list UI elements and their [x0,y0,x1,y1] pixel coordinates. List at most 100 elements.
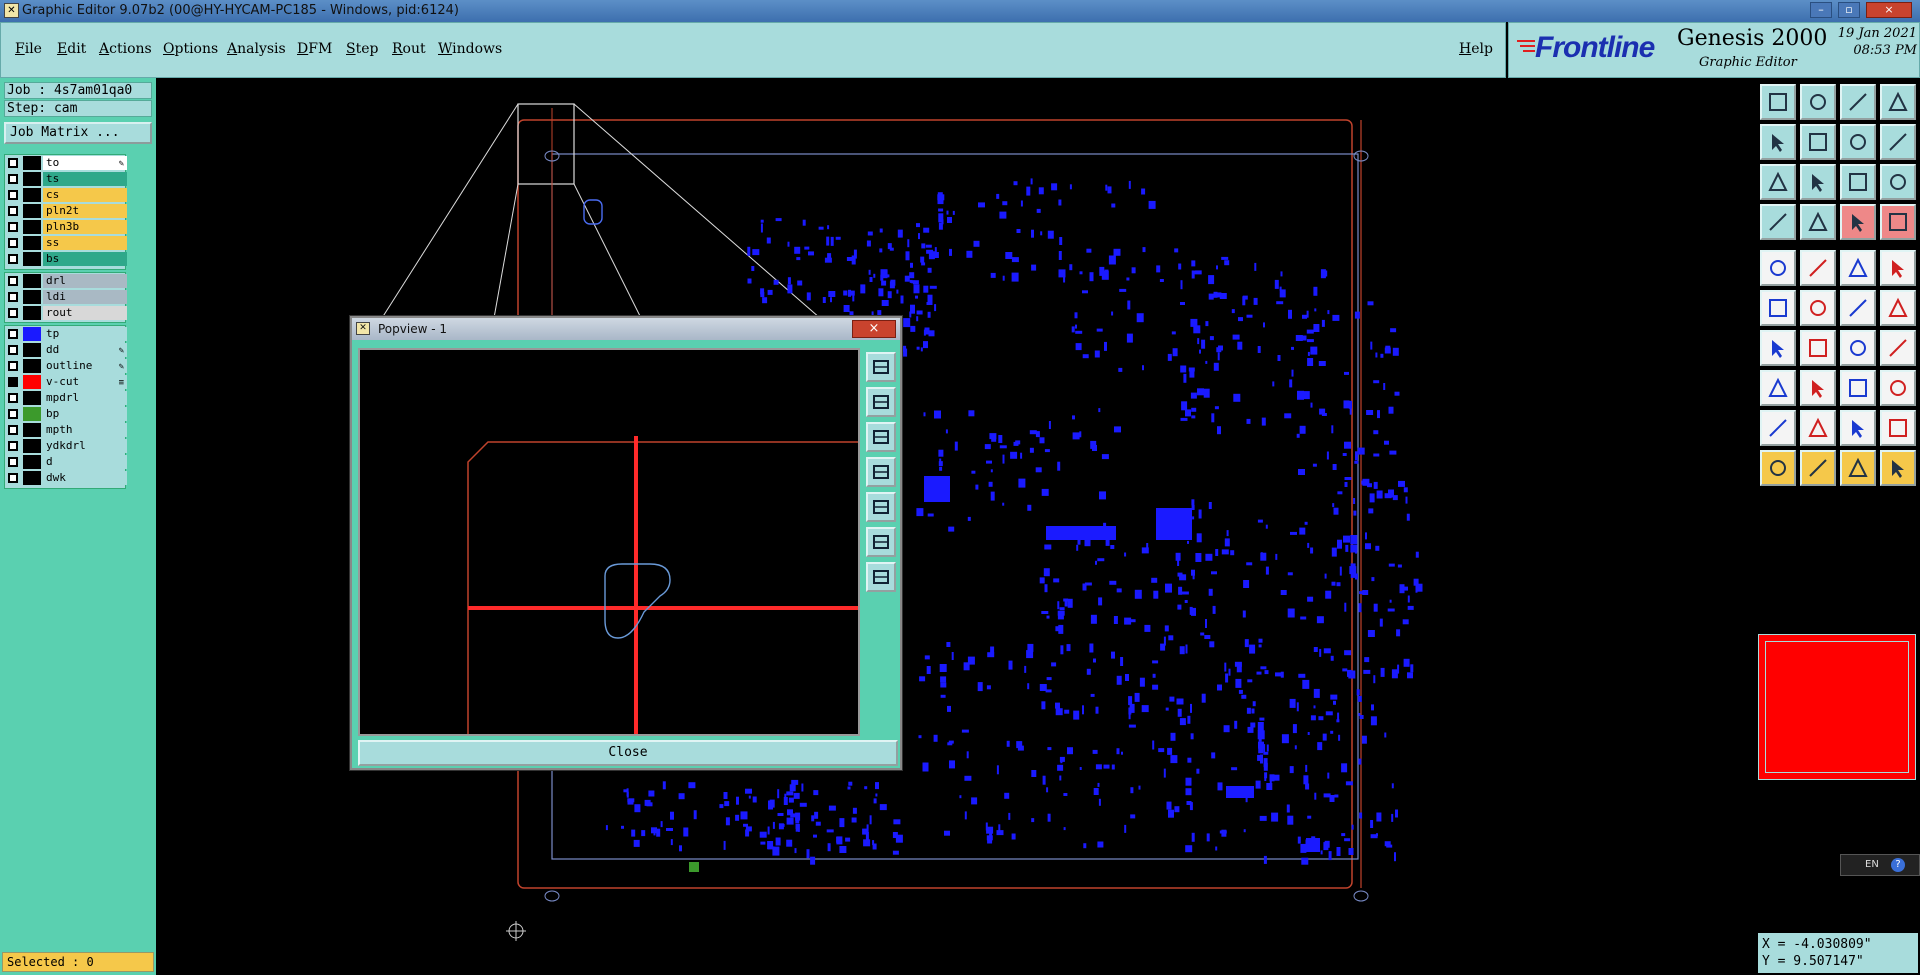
line-pad-icon[interactable] [1840,290,1876,326]
pad-icon[interactable] [1760,370,1796,406]
filter-icon[interactable] [1880,204,1916,240]
layer-checkbox[interactable] [8,238,18,248]
layer-row-drl[interactable]: drl [5,273,127,289]
layer-name[interactable]: tp [43,327,127,341]
pv-zoom-icon[interactable] [866,352,896,382]
layer-checkbox[interactable] [8,473,18,483]
layer-name[interactable]: ldi [43,290,127,304]
language-bar[interactable]: EN ? [1840,854,1920,876]
layer-name[interactable]: dwk [43,471,127,485]
line-icon[interactable] [1760,330,1796,366]
layer-checkbox[interactable] [8,425,18,435]
minus-icon[interactable] [1800,370,1836,406]
layer-name[interactable]: v-cut ≡ [43,375,127,389]
layer-checkbox[interactable] [8,345,18,355]
slash-icon[interactable] [1800,330,1836,366]
layer-checkbox[interactable] [8,174,18,184]
rotate-icon[interactable] [1840,330,1876,366]
cross-icon[interactable] [1800,290,1836,326]
layer-panel-scrollbar[interactable] [128,150,154,970]
popview-close-icon[interactable]: × [852,320,896,338]
arc-pad-icon[interactable] [1880,290,1916,326]
letter-a2-icon[interactable] [1840,410,1876,446]
redraw-icon[interactable] [1880,124,1916,160]
query-icon[interactable] [1880,164,1916,200]
layer-row-bs[interactable]: bs [5,251,127,267]
layer-checkbox[interactable] [8,276,18,286]
menu-step[interactable]: Step [346,41,378,57]
zoom-fit-icon[interactable] [1800,124,1836,160]
layer-name[interactable]: to ✎ [43,156,127,170]
layer-row-ss[interactable]: ss [5,235,127,251]
menu-analysis[interactable]: Analysis [227,41,286,57]
array-icon[interactable] [1840,370,1876,406]
menu-dfm[interactable]: DFM [297,41,332,57]
maximize-button[interactable]: ▫ [1838,2,1860,18]
layer-row-tp[interactable]: tp [5,326,127,342]
camera-icon[interactable] [1760,250,1796,286]
layer-name[interactable]: bp [43,407,127,421]
menu-edit[interactable]: Edit [57,41,86,57]
triangle-icon[interactable] [1760,410,1796,446]
layer-row-bp[interactable]: bp [5,406,127,422]
group-icon[interactable] [1880,370,1916,406]
layer-preview-swatch[interactable] [1758,634,1916,780]
layer-row-pln3b[interactable]: pln3b [5,219,127,235]
layer-name[interactable]: rout [43,306,127,320]
layer-checkbox[interactable] [8,190,18,200]
grid-icon[interactable] [1800,204,1836,240]
layer-name[interactable]: ss [43,236,127,250]
layer-name[interactable]: mpdrl [43,391,127,405]
layer-checkbox[interactable] [8,206,18,216]
layer-checkbox[interactable] [8,254,18,264]
zoom-home-icon[interactable] [1760,124,1796,160]
pv-fit-icon[interactable] [866,527,896,557]
layer-name[interactable]: pln2t [43,204,127,218]
zoom-back-icon[interactable] [1840,124,1876,160]
measure-icon[interactable] [1760,204,1796,240]
layer-checkbox[interactable] [8,377,18,387]
select-icon[interactable] [1760,450,1796,486]
layer-checkbox[interactable] [8,308,18,318]
menu-rout[interactable]: Rout [392,41,426,57]
circle-icon[interactable] [1880,250,1916,286]
layer-row-ldi[interactable]: ldi [5,289,127,305]
layer-row-outline[interactable]: outline ✎ [5,358,127,374]
popview-close-button[interactable]: Close [358,740,898,766]
layout-icon[interactable] [1880,84,1916,120]
layer-name[interactable]: pln3b [43,220,127,234]
layer-checkbox[interactable] [8,457,18,467]
layer-checkbox[interactable] [8,409,18,419]
layer-row-pln2t[interactable]: pln2t [5,203,127,219]
menu-file[interactable]: File [15,41,42,57]
open-icon[interactable] [1760,84,1796,120]
layer-checkbox[interactable] [8,222,18,232]
snap-icon[interactable] [1840,204,1876,240]
layer-row-dwk[interactable]: dwk [5,470,127,486]
job-matrix-button[interactable]: Job Matrix ... [4,122,152,144]
pv-left-icon[interactable] [866,457,896,487]
layer-checkbox[interactable] [8,329,18,339]
minimize-button[interactable]: – [1810,2,1832,18]
layer-row-ts[interactable]: ts [5,171,127,187]
pv-save-icon[interactable] [866,422,896,452]
menu-help[interactable]: Help [1459,41,1493,57]
pan-icon[interactable] [1800,164,1836,200]
layer-name[interactable]: outline ✎ [43,359,127,373]
move-icon[interactable] [1880,450,1916,486]
pv-right-icon[interactable] [866,492,896,522]
layer-name[interactable]: dd ✎ [43,343,127,357]
layer-row-d[interactable]: d [5,454,127,470]
pv-pan-icon[interactable] [866,562,896,592]
pv-open-icon[interactable] [866,387,896,417]
layer-row-ydkdrl[interactable]: ydkdrl [5,438,127,454]
layer-name[interactable]: bs [43,252,127,266]
layer-name[interactable]: cs [43,188,127,202]
close-button[interactable]: × [1866,2,1912,18]
layer-row-mpth[interactable]: mpth [5,422,127,438]
home-icon[interactable] [1840,84,1876,120]
layer-row-to[interactable]: to ✎ [5,155,127,171]
ruler-icon[interactable] [1840,250,1876,286]
layer-checkbox[interactable] [8,292,18,302]
scale-icon[interactable] [1840,164,1876,200]
